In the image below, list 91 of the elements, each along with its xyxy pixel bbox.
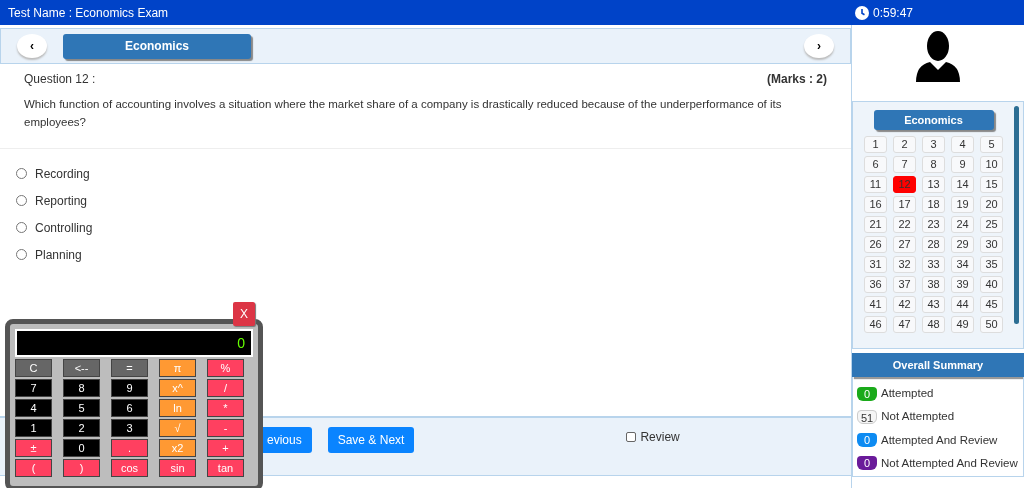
question-number-button[interactable]: 40 bbox=[980, 276, 1003, 293]
question-number-button[interactable]: 5 bbox=[980, 136, 1003, 153]
summary-label: Not Attempted And Review bbox=[881, 455, 1018, 471]
save-next-button[interactable]: Save & Next bbox=[327, 427, 415, 453]
timer: 0:59:47 bbox=[872, 4, 913, 22]
scrollbar[interactable] bbox=[1014, 106, 1019, 324]
question-number-button[interactable]: 19 bbox=[951, 196, 974, 213]
answer-option[interactable]: Planning bbox=[16, 245, 835, 264]
question-number-button[interactable]: 33 bbox=[922, 256, 945, 273]
calculator-key[interactable]: = bbox=[111, 359, 148, 377]
question-number-button[interactable]: 27 bbox=[893, 236, 916, 253]
question-number-button[interactable]: 46 bbox=[864, 316, 887, 333]
calculator-key[interactable]: 4 bbox=[15, 399, 52, 417]
question-number-button[interactable]: 8 bbox=[922, 156, 945, 173]
question-number-button[interactable]: 20 bbox=[980, 196, 1003, 213]
question-number-button[interactable]: 32 bbox=[893, 256, 916, 273]
question-number-button[interactable]: 45 bbox=[980, 296, 1003, 313]
calculator-display: 0 bbox=[15, 329, 253, 357]
question-number-button[interactable]: 47 bbox=[893, 316, 916, 333]
count-badge: 0 bbox=[857, 456, 877, 471]
question-number-button[interactable]: 44 bbox=[951, 296, 974, 313]
question-number-button[interactable]: 10 bbox=[980, 156, 1003, 173]
answer-option[interactable]: Recording bbox=[16, 164, 835, 183]
close-button[interactable]: X bbox=[233, 302, 255, 326]
calculator-key[interactable]: <-- bbox=[63, 359, 100, 377]
question-number-button[interactable]: 34 bbox=[951, 256, 974, 273]
question-number-button[interactable]: 42 bbox=[893, 296, 916, 313]
question-number-button[interactable]: 22 bbox=[893, 216, 916, 233]
calculator-key[interactable]: 7 bbox=[15, 379, 52, 397]
summary-label: Not Attempted bbox=[881, 409, 955, 425]
answer-option[interactable]: Reporting bbox=[16, 191, 835, 210]
summary-label: Attempted bbox=[881, 386, 934, 401]
question-number-button[interactable]: 21 bbox=[864, 216, 887, 233]
question-number-button[interactable]: 49 bbox=[951, 316, 974, 333]
question-number-button[interactable]: 4 bbox=[951, 136, 974, 153]
calculator-key[interactable]: 0 bbox=[63, 439, 100, 457]
user-avatar-icon bbox=[914, 30, 962, 82]
question-number-button[interactable]: 37 bbox=[893, 276, 916, 293]
question-number-button[interactable]: 50 bbox=[980, 316, 1003, 333]
calculator-key[interactable]: 6 bbox=[111, 399, 148, 417]
calculator-key[interactable]: 8 bbox=[63, 379, 100, 397]
question-number-button[interactable]: 29 bbox=[951, 236, 974, 253]
question-number-button[interactable]: 41 bbox=[864, 296, 887, 313]
question-number-button[interactable]: 30 bbox=[980, 236, 1003, 253]
question-number-button[interactable]: 31 bbox=[864, 256, 887, 273]
calculator-key[interactable]: 5 bbox=[63, 399, 100, 417]
question-number: Question 12 : bbox=[24, 71, 96, 88]
question-number-button[interactable]: 39 bbox=[951, 276, 974, 293]
question-number-button[interactable]: 16 bbox=[864, 196, 887, 213]
section-tab[interactable]: Economics bbox=[873, 110, 994, 130]
question-number-button[interactable]: 48 bbox=[922, 316, 945, 333]
calculator-key[interactable]: C bbox=[15, 359, 52, 377]
calculator-key[interactable]: 2 bbox=[63, 419, 100, 437]
question-number-button[interactable]: 11 bbox=[864, 176, 887, 193]
calculator-key[interactable]: 9 bbox=[111, 379, 148, 397]
section-tab[interactable]: Economics bbox=[63, 33, 251, 59]
question-number-button[interactable]: 25 bbox=[980, 216, 1003, 233]
question-number-button[interactable]: 23 bbox=[922, 216, 945, 233]
question-number-button[interactable]: 35 bbox=[980, 256, 1003, 273]
question-number-button[interactable]: 1 bbox=[864, 136, 887, 153]
answer-option[interactable]: Controlling bbox=[16, 218, 835, 237]
summary-title: Overall Summary bbox=[852, 353, 1024, 377]
question-number-button[interactable]: 13 bbox=[922, 176, 945, 193]
question-number-button[interactable]: 3 bbox=[922, 136, 945, 153]
question-number-button[interactable]: 26 bbox=[864, 236, 887, 253]
question-number-button[interactable]: 2 bbox=[893, 136, 916, 153]
question-number-button[interactable]: 14 bbox=[951, 176, 974, 193]
clock-icon bbox=[854, 5, 869, 20]
question-number-button[interactable]: 38 bbox=[922, 276, 945, 293]
question-number-button[interactable]: 24 bbox=[951, 216, 974, 233]
test-name: Test Name : Economics Exam bbox=[8, 4, 169, 22]
marks: (Marks : 2) bbox=[766, 71, 827, 88]
question-number-button[interactable]: 15 bbox=[980, 176, 1003, 193]
count-badge: 51 bbox=[857, 409, 878, 424]
question-number-button[interactable]: 9 bbox=[951, 156, 974, 173]
calculator-key[interactable]: 1 bbox=[15, 419, 52, 437]
question-number-button[interactable]: 7 bbox=[893, 156, 916, 173]
count-badge: 0 bbox=[857, 386, 877, 401]
question-number-button[interactable]: 6 bbox=[864, 156, 887, 173]
question-number-button[interactable]: 17 bbox=[893, 196, 916, 213]
count-badge: 0 bbox=[857, 433, 877, 448]
next-section-button[interactable]: › bbox=[804, 34, 834, 58]
calculator-key[interactable]: 3 bbox=[111, 419, 148, 437]
question-number-button[interactable]: 18 bbox=[922, 196, 945, 213]
summary-label: Attempted And Review bbox=[881, 432, 998, 448]
question-number-button[interactable]: 36 bbox=[864, 276, 887, 293]
question-text: Which function of accounting involves a situation where the market share of a company is drastically reduced because of the underperformance of its employees? bbox=[24, 97, 783, 130]
question-number-button[interactable]: 28 bbox=[922, 236, 945, 253]
question-number-button[interactable]: 43 bbox=[922, 296, 945, 313]
previous-section-button[interactable]: ‹ bbox=[17, 34, 47, 58]
review-checkbox[interactable]: Review bbox=[626, 428, 680, 446]
